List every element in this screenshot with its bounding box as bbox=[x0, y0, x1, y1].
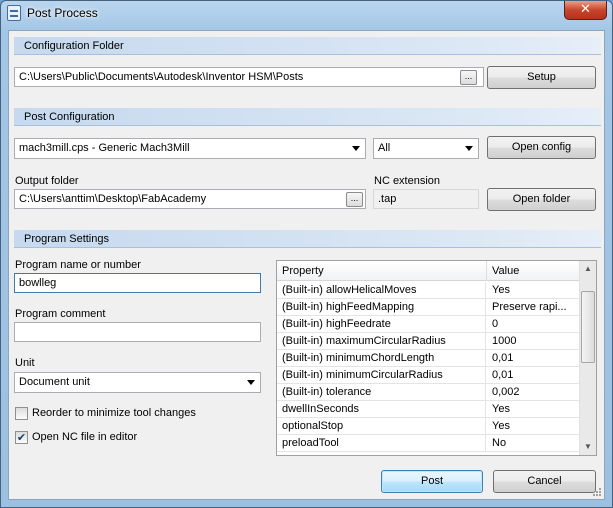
property-row[interactable]: optionalStop Yes bbox=[277, 418, 580, 435]
reorder-tools-option[interactable]: Reorder to minimize tool changes bbox=[15, 407, 255, 421]
nc-extension-label: NC extension bbox=[374, 175, 441, 187]
section-header-program-settings: Program Settings bbox=[14, 230, 601, 248]
dialog-client-area: Configuration Folder C:\Users\Public\Doc… bbox=[8, 30, 605, 500]
property-row[interactable]: (Built-in) maximumCircularRadius 1000 bbox=[277, 333, 580, 350]
unit-label: Unit bbox=[15, 357, 35, 369]
close-button[interactable]: ✕ bbox=[564, 1, 607, 20]
post-process-window: Post Process ✕ Configuration Folder C:\U… bbox=[0, 0, 613, 508]
property-name-cell: (Built-in) minimumCircularRadius bbox=[277, 367, 486, 384]
property-row[interactable]: (Built-in) highFeedrate 0 bbox=[277, 316, 580, 333]
property-value-cell[interactable]: 0,01 bbox=[487, 350, 580, 367]
open-nc-editor-checkbox[interactable]: ✔ bbox=[15, 431, 28, 444]
property-name-cell: (Built-in) allowHelicalMoves bbox=[277, 282, 486, 299]
chevron-down-icon bbox=[247, 380, 255, 385]
nc-extension-field[interactable]: .tap bbox=[373, 189, 479, 209]
property-name-cell: (Built-in) maximumCircularRadius bbox=[277, 333, 486, 350]
cancel-button[interactable]: Cancel bbox=[493, 470, 596, 493]
properties-grid-header: Property Value bbox=[277, 261, 580, 281]
section-header-configuration-folder: Configuration Folder bbox=[14, 37, 601, 55]
post-processor-selected: mach3mill.cps - Generic Mach3Mill bbox=[19, 142, 190, 154]
setup-button[interactable]: Setup bbox=[487, 66, 596, 89]
checkmark-icon: ✔ bbox=[16, 431, 27, 444]
property-row[interactable]: (Built-in) highFeedMapping Preserve rapi.… bbox=[277, 299, 580, 316]
scroll-down-arrow-icon[interactable]: ▼ bbox=[580, 439, 596, 455]
property-name-cell: preloadTool bbox=[277, 435, 486, 452]
program-comment-label: Program comment bbox=[15, 308, 106, 320]
column-header-property[interactable]: Property bbox=[277, 261, 487, 281]
properties-scrollbar[interactable]: ▲ ▼ bbox=[579, 261, 596, 455]
post-filter-dropdown[interactable]: All bbox=[373, 138, 479, 159]
program-name-label: Program name or number bbox=[15, 259, 141, 271]
property-value-cell[interactable]: 0,01 bbox=[487, 367, 580, 384]
scroll-up-arrow-icon[interactable]: ▲ bbox=[580, 261, 596, 277]
property-row[interactable]: (Built-in) minimumChordLength 0,01 bbox=[277, 350, 580, 367]
app-icon bbox=[7, 5, 21, 21]
property-row[interactable]: dwellInSeconds Yes bbox=[277, 401, 580, 418]
scrollbar-thumb[interactable] bbox=[581, 291, 595, 363]
property-row[interactable]: (Built-in) tolerance 0,002 bbox=[277, 384, 580, 401]
property-value-cell[interactable]: Yes bbox=[487, 401, 580, 418]
property-name-cell: (Built-in) tolerance bbox=[277, 384, 486, 401]
output-folder-field[interactable]: C:\Users\anttim\Desktop\FabAcademy bbox=[14, 189, 366, 209]
open-config-button[interactable]: Open config bbox=[487, 136, 596, 159]
open-nc-editor-option[interactable]: ✔ Open NC file in editor bbox=[15, 431, 255, 445]
property-value-cell[interactable]: 0 bbox=[487, 316, 580, 333]
properties-grid[interactable]: Property Value (Built-in) allowHelicalMo… bbox=[276, 260, 597, 456]
unit-dropdown[interactable]: Document unit bbox=[14, 372, 261, 393]
property-name-cell: optionalStop bbox=[277, 418, 486, 435]
property-value-cell[interactable]: Yes bbox=[487, 282, 580, 299]
property-value-cell[interactable]: Preserve rapi... bbox=[487, 299, 580, 316]
window-title: Post Process bbox=[27, 6, 98, 20]
open-folder-button[interactable]: Open folder bbox=[487, 188, 596, 211]
post-processor-dropdown[interactable]: mach3mill.cps - Generic Mach3Mill bbox=[14, 138, 366, 159]
config-folder-browse-button[interactable]: ... bbox=[460, 70, 477, 85]
close-icon: ✕ bbox=[580, 2, 591, 17]
property-row[interactable]: (Built-in) minimumCircularRadius 0,01 bbox=[277, 367, 580, 384]
property-name-cell: (Built-in) minimumChordLength bbox=[277, 350, 486, 367]
program-comment-input[interactable] bbox=[14, 322, 261, 342]
property-value-cell[interactable]: No bbox=[487, 435, 580, 452]
post-button[interactable]: Post bbox=[381, 470, 483, 493]
reorder-tools-label: Reorder to minimize tool changes bbox=[32, 407, 196, 419]
unit-selected: Document unit bbox=[19, 376, 90, 388]
output-folder-browse-button[interactable]: ... bbox=[346, 192, 363, 207]
properties-grid-body: (Built-in) allowHelicalMoves Yes (Built-in… bbox=[277, 282, 580, 452]
property-value-cell[interactable]: Yes bbox=[487, 418, 580, 435]
section-header-post-configuration: Post Configuration bbox=[14, 108, 601, 126]
property-name-cell: dwellInSeconds bbox=[277, 401, 486, 418]
property-value-cell[interactable]: 0,002 bbox=[487, 384, 580, 401]
chevron-down-icon bbox=[352, 146, 360, 151]
output-folder-label: Output folder bbox=[15, 175, 79, 187]
property-name-cell: (Built-in) highFeedrate bbox=[277, 316, 486, 333]
resize-grip-icon[interactable] bbox=[592, 487, 602, 497]
property-row[interactable]: preloadTool No bbox=[277, 435, 580, 452]
open-nc-editor-label: Open NC file in editor bbox=[32, 431, 138, 443]
post-filter-selected: All bbox=[378, 142, 391, 154]
title-bar[interactable]: Post Process ✕ bbox=[1, 1, 612, 27]
property-name-cell: (Built-in) highFeedMapping bbox=[277, 299, 486, 316]
config-folder-path-field[interactable]: C:\Users\Public\Documents\Autodesk\Inven… bbox=[14, 67, 484, 87]
property-value-cell[interactable]: 1000 bbox=[487, 333, 580, 350]
chevron-down-icon bbox=[465, 146, 473, 151]
column-header-value[interactable]: Value bbox=[487, 261, 580, 281]
program-name-input[interactable]: bowlleg bbox=[14, 273, 261, 293]
reorder-tools-checkbox[interactable] bbox=[15, 407, 28, 420]
property-row[interactable]: (Built-in) allowHelicalMoves Yes bbox=[277, 282, 580, 299]
